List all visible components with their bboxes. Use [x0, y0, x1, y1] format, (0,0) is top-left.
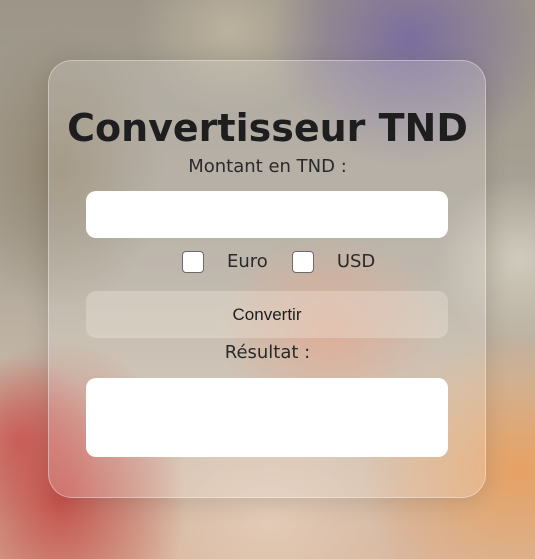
- euro-label: Euro: [227, 251, 268, 272]
- amount-label: Montant en TND :: [188, 156, 347, 177]
- result-output[interactable]: [86, 378, 448, 457]
- page-title: Convertisseur TND: [67, 106, 468, 150]
- result-label: Résultat :: [224, 342, 311, 363]
- usd-checkbox[interactable]: [291, 251, 314, 273]
- amount-input[interactable]: [86, 191, 448, 238]
- currency-options: Euro USD: [182, 250, 375, 274]
- convert-button[interactable]: Convertir: [86, 291, 448, 338]
- euro-checkbox[interactable]: [182, 251, 204, 273]
- usd-label: USD: [336, 251, 376, 272]
